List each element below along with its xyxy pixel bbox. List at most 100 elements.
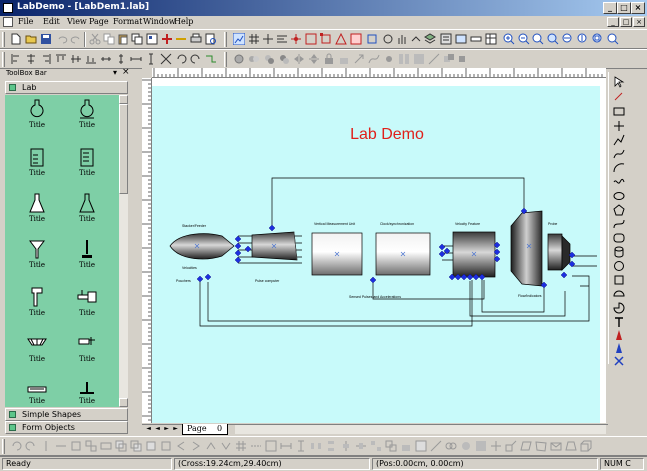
distribute-h-icon[interactable] <box>100 53 112 65</box>
size-icon[interactable] <box>265 440 277 452</box>
wand-icon[interactable] <box>613 90 625 102</box>
toolbar-grip[interactable] <box>2 32 5 47</box>
doc-restore-button[interactable]: □ <box>620 17 632 27</box>
group-icon[interactable] <box>233 53 245 65</box>
unlock-icon[interactable] <box>338 53 350 65</box>
scroll-thumb[interactable] <box>119 104 128 194</box>
bezier-tool-icon[interactable] <box>613 218 625 230</box>
toolbar-grip[interactable] <box>224 32 227 47</box>
flip-h-icon[interactable] <box>293 53 305 65</box>
box-select-icon[interactable] <box>350 33 362 45</box>
triangle-icon[interactable] <box>335 33 347 45</box>
merge-icon[interactable] <box>415 440 427 452</box>
group-objects-icon[interactable] <box>85 440 97 452</box>
doc-close-button[interactable]: × <box>633 17 645 27</box>
circle-tool-icon[interactable] <box>613 260 625 272</box>
close-button[interactable]: × <box>631 2 645 14</box>
doc-minimize-button[interactable]: _ <box>607 17 619 27</box>
toolbar-grip[interactable] <box>2 52 5 67</box>
align-bottom-icon[interactable] <box>85 53 97 65</box>
arrange-icon[interactable] <box>70 440 82 452</box>
scale-tool-icon[interactable] <box>505 440 517 452</box>
toolbar-grip[interactable] <box>224 52 227 67</box>
order-back-icon[interactable] <box>130 440 142 452</box>
category-simple-shapes[interactable]: Simple Shapes <box>5 408 128 421</box>
rect-select-icon[interactable] <box>305 33 317 45</box>
probe-hopper-shape[interactable] <box>510 210 543 287</box>
combine-icon[interactable] <box>413 53 425 65</box>
new-file-icon[interactable] <box>10 33 22 45</box>
table-icon[interactable] <box>485 33 497 45</box>
align-left-icon[interactable] <box>10 53 22 65</box>
exclude-icon[interactable] <box>460 440 472 452</box>
rotate-ccw-icon[interactable] <box>10 440 22 452</box>
tab-first-button[interactable]: ◄ <box>144 425 153 434</box>
link-icon[interactable] <box>410 33 422 45</box>
undo-icon[interactable] <box>56 33 68 45</box>
pulse-computer-shape[interactable] <box>251 231 298 261</box>
palette-item[interactable]: Title <box>17 333 57 377</box>
join-icon[interactable] <box>383 53 395 65</box>
copy-icon[interactable] <box>103 33 115 45</box>
text-tool-icon[interactable] <box>613 316 625 328</box>
zoom-fit-icon[interactable] <box>532 33 544 45</box>
move-icon[interactable] <box>490 440 502 452</box>
drawing-page[interactable]: Lab Demo Stacker/Feeder Velocities Pouch… <box>152 86 600 423</box>
palette-item[interactable]: Title <box>17 239 57 283</box>
crosshair-icon[interactable] <box>262 33 274 45</box>
zoom-100-icon[interactable] <box>607 33 619 45</box>
palette-item[interactable]: Title <box>67 147 107 191</box>
menu-view[interactable]: View <box>67 17 87 26</box>
remove-icon[interactable] <box>175 33 187 45</box>
mirror-icon[interactable] <box>55 440 67 452</box>
tab-next-button[interactable]: ► <box>162 425 171 434</box>
perspective-icon[interactable] <box>565 440 577 452</box>
grid-icon[interactable] <box>248 33 260 45</box>
align-icon[interactable] <box>276 33 288 45</box>
paste-icon[interactable] <box>117 33 129 45</box>
rotate-left-icon[interactable] <box>175 53 187 65</box>
cascade-icon[interactable] <box>385 440 397 452</box>
forward-icon[interactable] <box>145 440 157 452</box>
nudge-left-icon[interactable] <box>175 440 187 452</box>
document-icon[interactable] <box>3 17 13 27</box>
save-icon[interactable] <box>40 33 52 45</box>
zoom-height-icon[interactable] <box>577 33 589 45</box>
guide-icon[interactable] <box>250 440 262 452</box>
polyline-tool-icon[interactable] <box>613 134 625 146</box>
frame-icon[interactable] <box>320 33 332 45</box>
nudge-down-icon[interactable] <box>220 440 232 452</box>
print-icon[interactable] <box>190 33 202 45</box>
same-width-icon[interactable] <box>130 53 142 65</box>
rotate-cw-icon[interactable] <box>25 440 37 452</box>
zoom-in-icon[interactable] <box>503 33 515 45</box>
toolbox-close-icon[interactable]: × <box>122 67 130 77</box>
clone-icon[interactable] <box>131 33 143 45</box>
toolbox-pin-icon[interactable]: ▾ <box>113 68 117 77</box>
palette-item[interactable]: Title <box>17 193 57 237</box>
tile-icon[interactable] <box>370 440 382 452</box>
curve-tool-icon[interactable] <box>368 53 380 65</box>
align-center-icon[interactable] <box>25 53 37 65</box>
arc-tool-icon[interactable] <box>613 162 625 174</box>
chart-icon[interactable] <box>233 33 245 45</box>
print-preview-icon[interactable] <box>205 33 217 45</box>
layers-icon[interactable] <box>424 33 436 45</box>
send-back-icon[interactable] <box>278 53 290 65</box>
align-right-icon[interactable] <box>40 53 52 65</box>
square-tool-icon[interactable] <box>613 274 625 286</box>
space-v-icon[interactable] <box>325 440 337 452</box>
palette-item[interactable]: Title <box>17 99 57 143</box>
skew-icon[interactable] <box>520 440 532 452</box>
order-front-icon[interactable] <box>115 440 127 452</box>
maximize-button[interactable]: □ <box>617 2 631 14</box>
width-icon[interactable] <box>280 440 292 452</box>
zoom-out-icon[interactable] <box>518 33 530 45</box>
zoom-selection-icon[interactable] <box>592 33 604 45</box>
scroll-down-button[interactable] <box>119 398 128 407</box>
intersect-icon[interactable] <box>445 440 457 452</box>
connector-icon[interactable] <box>205 53 217 65</box>
combine-shapes-icon[interactable] <box>475 440 487 452</box>
add-icon[interactable] <box>161 33 173 45</box>
palette-item[interactable]: Title <box>67 287 107 331</box>
